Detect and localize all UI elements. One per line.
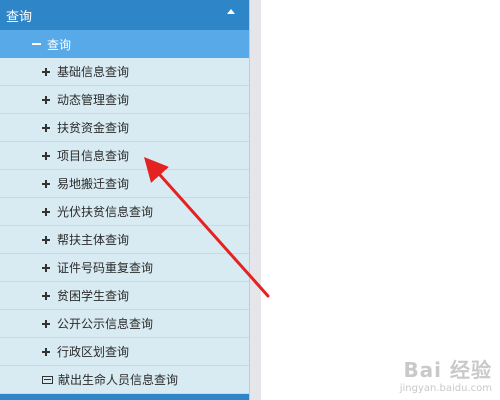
menu-item-label: 动态管理查询 [57,93,130,107]
menu-item-label: 贫困学生查询 [57,289,130,303]
menu-item-label: 行政区划查询 [57,345,130,359]
menu-item-label: 公开公示信息查询 [57,317,154,331]
plus-icon [42,347,50,356]
menu-item-assistance-entity[interactable]: 帮扶主体查询 [0,226,249,254]
sidebar-gutter [250,0,261,400]
watermark: Bai 经验 jingyan.baidu.com [400,354,492,394]
menu-item-poverty-funds[interactable]: 扶贫资金查询 [0,114,249,142]
plus-icon [42,95,50,104]
menu-item-label: 帮扶主体查询 [57,233,130,247]
minus-icon [32,43,41,45]
menu-group-query[interactable]: 查询 [0,30,249,58]
menu-header-label: 查询 [6,9,33,25]
plus-icon [42,207,50,216]
plus-icon [42,291,50,300]
menu-item-label: 光伏扶贫信息查询 [57,205,154,219]
plus-icon [42,319,50,328]
menu-group-label: 查询 [47,37,72,52]
watermark-url: jingyan.baidu.com [399,383,492,394]
plus-icon [42,179,50,188]
menu-item-label: 证件号码重复查询 [57,261,154,275]
menu-item-label: 基础信息查询 [57,65,130,79]
menu-item-project-info[interactable]: 项目信息查询 [0,142,249,170]
menu-item-poor-students[interactable]: 贫困学生查询 [0,282,249,310]
menu-item-label: 易地搬迁查询 [57,177,130,191]
sidebar-menu: 查询 查询 基础信息查询 动态管理查询 扶贫资金查询 项目信息查询 易地搬迁查询… [0,0,250,400]
menu-item-label: 献出生命人员信息查询 [58,373,179,387]
plus-icon [42,123,50,132]
watermark-logo: Bai 经验 [403,358,492,382]
menu-item-public-notice[interactable]: 公开公示信息查询 [0,310,249,338]
plus-icon [42,67,50,76]
plus-icon [42,263,50,272]
menu-item-admin-division[interactable]: 行政区划查询 [0,338,249,366]
menu-item-sacrificed-personnel[interactable]: 献出生命人员信息查询 [0,366,249,394]
card-icon [42,375,53,384]
collapse-caret-icon[interactable] [227,9,235,14]
plus-icon [42,151,50,160]
menu-header-query[interactable]: 查询 [0,0,249,30]
plus-icon [42,235,50,244]
menu-item-dynamic-management[interactable]: 动态管理查询 [0,86,249,114]
menu-item-duplicate-id[interactable]: 证件号码重复查询 [0,254,249,282]
menu-item-relocation[interactable]: 易地搬迁查询 [0,170,249,198]
menu-item-basic-info[interactable]: 基础信息查询 [0,58,249,86]
menu-item-solar-poverty-info[interactable]: 光伏扶贫信息查询 [0,198,249,226]
menu-item-label: 项目信息查询 [57,149,130,163]
menu-bottom-bar [0,394,249,400]
menu-item-label: 扶贫资金查询 [57,121,130,135]
